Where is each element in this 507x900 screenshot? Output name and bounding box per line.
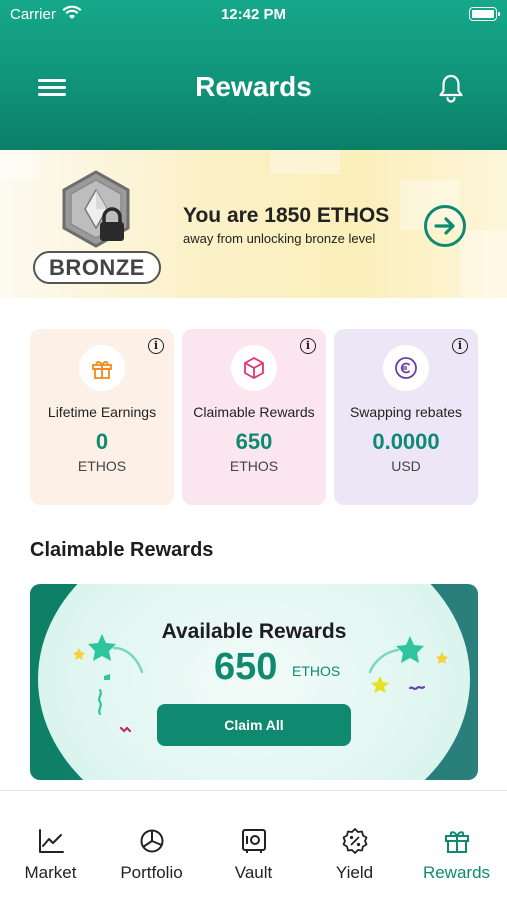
banner-subtext: away from unlocking bronze level (183, 231, 376, 246)
vault-icon (242, 829, 266, 853)
available-rewards-panel: Available Rewards 650 ETHOS Claim All (30, 584, 478, 780)
tab-label: Yield (335, 863, 374, 882)
tab-label: Rewards (422, 863, 491, 882)
info-icon[interactable]: i (148, 338, 164, 354)
card-icon-circle (383, 345, 429, 391)
tab-yield[interactable]: Yield (304, 791, 405, 900)
stat-card-lifetime-earnings[interactable]: i Lifetime Earnings 0 ETHOS (30, 329, 174, 505)
stat-value: 0 (95, 429, 109, 454)
banner-arrow-button[interactable] (424, 205, 466, 247)
battery-icon (469, 7, 500, 21)
coin-icon (395, 357, 417, 379)
available-rewards-amount: 650 (214, 646, 278, 688)
stat-unit: ETHOS (77, 458, 127, 474)
info-icon[interactable]: i (452, 338, 468, 354)
stat-label: Lifetime Earnings (47, 404, 157, 420)
tab-rewards[interactable]: Rewards (406, 791, 507, 900)
tab-portfolio[interactable]: Portfolio (101, 791, 202, 900)
info-icon[interactable]: i (300, 338, 316, 354)
tab-market[interactable]: Market (0, 791, 101, 900)
arrow-right-icon (434, 217, 455, 235)
cube-icon (244, 357, 264, 379)
banner-decoration (270, 150, 340, 174)
gift-icon (92, 361, 112, 379)
card-icon-circle (231, 345, 277, 391)
bronze-level-badge: BRONZE (33, 251, 161, 284)
stat-value: 0.0000 (372, 429, 440, 454)
claim-all-button[interactable]: Claim All (157, 704, 351, 746)
tab-label: Market (24, 863, 77, 882)
stat-label: Claimable Rewards (193, 404, 315, 420)
stat-unit: ETHOS (229, 458, 279, 474)
section-title: Claimable Rewards (30, 539, 214, 561)
banner-decoration (460, 230, 507, 298)
stat-card-claimable-rewards[interactable]: i Claimable Rewards 650 ETHOS (182, 329, 326, 505)
card-icon-circle (79, 345, 125, 391)
locked-bronze-badge-icon (62, 170, 130, 248)
stat-unit: USD (391, 458, 421, 474)
status-bar: Carrier 12:42 PM (0, 0, 507, 30)
chart-line-icon (39, 829, 64, 853)
stat-card-swapping-rebates[interactable]: i Swapping rebates 0.0000 USD (334, 329, 478, 505)
banner-decoration (0, 150, 40, 180)
confetti-decoration-icon (73, 634, 144, 733)
pie-chart-icon (140, 829, 164, 853)
banner-heading: You are 1850 ETHOS (183, 204, 390, 227)
app-header: Carrier 12:42 PM Rewards (0, 0, 507, 150)
clock: 12:42 PM (220, 6, 287, 23)
stat-label: Swapping rebates (349, 404, 463, 420)
percent-badge-icon (342, 828, 368, 854)
bottom-tab-bar: Market Portfolio Vault Yield Rewards (0, 790, 507, 900)
tab-vault[interactable]: Vault (203, 791, 304, 900)
gift-icon (445, 831, 469, 853)
notification-bell-icon[interactable] (436, 72, 466, 104)
available-rewards-unit: ETHOS (292, 663, 341, 679)
tab-label: Vault (234, 863, 273, 882)
stat-value: 650 (235, 429, 273, 454)
page-title: Rewards (195, 71, 312, 102)
confetti-decoration-icon (368, 636, 448, 693)
tab-label: Portfolio (120, 863, 183, 882)
available-rewards-title: Available Rewards (161, 620, 347, 643)
